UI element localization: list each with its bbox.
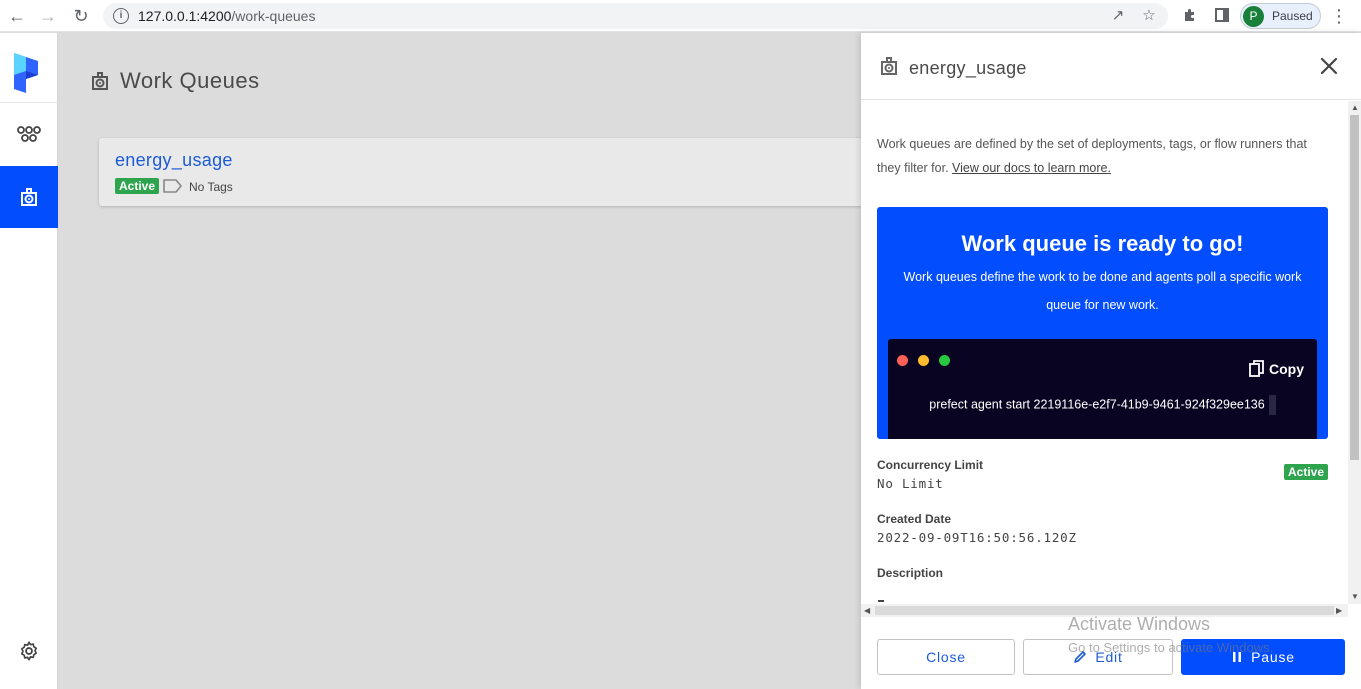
back-arrow-icon[interactable]: ← xyxy=(6,6,28,26)
browser-toolbar: ← → ↻ i 127.0.0.1:4200/work-queues ↗ ☆ P… xyxy=(0,0,1361,32)
windows-watermark-title: Activate Windows xyxy=(1068,614,1211,634)
work-queue-icon xyxy=(881,57,897,75)
gear-icon xyxy=(20,641,38,661)
scroll-left-icon[interactable]: ◀ xyxy=(864,606,870,616)
reload-icon[interactable]: ↻ xyxy=(70,6,92,26)
prefect-logo-icon[interactable] xyxy=(12,53,40,93)
sidebar-item-settings[interactable] xyxy=(0,620,58,682)
forward-arrow-icon[interactable]: → xyxy=(37,6,59,26)
page-header: Work Queues xyxy=(90,68,260,94)
scroll-right-icon[interactable]: ▶ xyxy=(1336,606,1342,616)
copy-icon xyxy=(1249,360,1264,377)
work-queue-icon xyxy=(92,72,108,90)
site-info-icon[interactable]: i xyxy=(113,8,129,24)
created-date-value: 2022-09-09T16:50:56.120Z xyxy=(877,530,1077,545)
profile-status: Paused xyxy=(1272,9,1313,23)
terminal-block: Copy prefect agent start 2219116e-e2f7-4… xyxy=(888,339,1317,439)
terminal-green-dot xyxy=(939,355,950,366)
copy-button[interactable]: Copy xyxy=(1249,360,1304,377)
scroll-down-icon[interactable]: ▼ xyxy=(1351,592,1359,602)
tags-text: No Tags xyxy=(189,180,233,194)
share-icon[interactable]: ↗ xyxy=(1109,7,1127,25)
agent-command[interactable]: prefect agent start 2219116e-e2f7-41b9-9… xyxy=(888,395,1317,415)
terminal-red-dot xyxy=(897,355,908,366)
work-queue-card[interactable]: energy_usage Active No Tags xyxy=(99,138,879,206)
created-date-label: Created Date xyxy=(877,512,952,526)
work-queue-name-link[interactable]: energy_usage xyxy=(115,150,233,171)
avatar: P xyxy=(1243,6,1264,27)
intro-text: Work queues are defined by the set of de… xyxy=(877,137,1307,175)
ready-panel: Work queue is ready to go! Work queues d… xyxy=(877,207,1328,439)
flows-icon xyxy=(17,126,41,142)
concurrency-value: No Limit xyxy=(877,476,944,491)
concurrency-label: Concurrency Limit xyxy=(877,458,984,472)
page-title: Work Queues xyxy=(120,68,260,93)
scroll-up-icon[interactable]: ▲ xyxy=(1351,103,1359,113)
docs-link[interactable]: View our docs to learn more. xyxy=(952,161,1111,175)
work-queue-icon xyxy=(21,188,37,206)
ready-text: Work queues define the work to be done a… xyxy=(903,270,1302,312)
profile-button[interactable]: P Paused xyxy=(1240,3,1321,29)
description-label: Description xyxy=(877,566,944,580)
url-text[interactable]: 127.0.0.1:4200/work-queues xyxy=(138,8,315,24)
terminal-cursor xyxy=(1268,395,1276,415)
extensions-puzzle-icon[interactable] xyxy=(1181,7,1199,25)
vertical-scrollbar[interactable]: ▲ ▼ xyxy=(1348,101,1361,604)
vertical-scroll-thumb[interactable] xyxy=(1350,115,1359,460)
app-sidebar xyxy=(0,33,58,689)
ready-title: Work queue is ready to go! xyxy=(961,231,1244,256)
description-placeholder xyxy=(878,600,884,602)
sidebar-item-flows[interactable] xyxy=(0,103,58,165)
tag-icon xyxy=(163,179,182,193)
address-bar[interactable]: i 127.0.0.1:4200/work-queues ↗ ☆ xyxy=(103,3,1168,29)
drawer-status-badge: Active xyxy=(1284,464,1329,480)
sidebar-item-work-queues[interactable] xyxy=(0,166,58,228)
work-queue-drawer: energy_usage Work queues are defined by … xyxy=(861,33,1361,689)
drawer-body: Work queues are defined by the set of de… xyxy=(861,101,1348,604)
drawer-title: energy_usage xyxy=(909,58,1027,78)
browser-menu-icon[interactable]: ⋮ xyxy=(1330,6,1348,26)
status-badge: Active xyxy=(115,178,160,194)
bookmark-star-icon[interactable]: ☆ xyxy=(1140,7,1158,25)
side-panel-icon[interactable] xyxy=(1213,7,1231,25)
close-icon[interactable] xyxy=(1318,55,1340,77)
terminal-yellow-dot xyxy=(918,355,929,366)
drawer-header: energy_usage xyxy=(861,33,1361,100)
windows-watermark-text: Go to Settings to activate Windows. xyxy=(1068,640,1274,655)
close-button[interactable]: Close xyxy=(877,639,1015,675)
